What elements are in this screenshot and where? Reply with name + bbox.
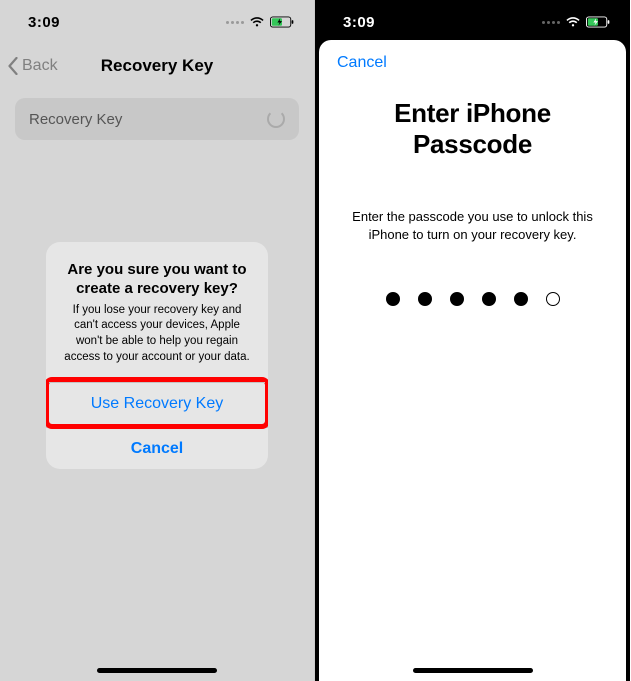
passcode-dot-icon	[386, 292, 400, 306]
status-bar: 3:09	[315, 0, 630, 44]
alert-message: If you lose your recovery key and can't …	[60, 303, 254, 365]
sheet-description: Enter the passcode you use to unlock thi…	[337, 208, 608, 244]
passcode-input[interactable]	[337, 292, 608, 306]
use-recovery-key-button[interactable]: Use Recovery Key	[49, 382, 265, 424]
battery-icon	[586, 16, 610, 28]
wifi-icon	[565, 16, 581, 28]
screenshot-left: 3:09 Back Recovery Key Recovery Key Are …	[0, 0, 315, 681]
home-indicator[interactable]	[413, 668, 533, 673]
cellular-icon	[542, 21, 560, 24]
screenshot-right: 3:09 Cancel Enter iPhone Passcode Enter …	[315, 0, 630, 681]
home-indicator[interactable]	[97, 668, 217, 673]
alert-body: Are you sure you want to create a recove…	[46, 242, 268, 379]
alert-title: Are you sure you want to create a recove…	[60, 260, 254, 299]
passcode-sheet: Cancel Enter iPhone Passcode Enter the p…	[319, 40, 626, 681]
passcode-dot-icon	[482, 292, 496, 306]
alert-dialog: Are you sure you want to create a recove…	[46, 242, 268, 469]
alert-backdrop: Are you sure you want to create a recove…	[0, 0, 314, 681]
passcode-dot-icon	[418, 292, 432, 306]
passcode-dot-icon	[450, 292, 464, 306]
cancel-button[interactable]: Cancel	[337, 54, 608, 72]
sheet-title: Enter iPhone Passcode	[337, 98, 608, 160]
alert-cancel-button[interactable]: Cancel	[46, 427, 268, 469]
passcode-dot-icon	[514, 292, 528, 306]
status-icons	[542, 16, 610, 28]
highlight-annotation: Use Recovery Key	[46, 377, 268, 429]
status-time: 3:09	[343, 14, 375, 31]
passcode-dot-icon	[546, 292, 560, 306]
